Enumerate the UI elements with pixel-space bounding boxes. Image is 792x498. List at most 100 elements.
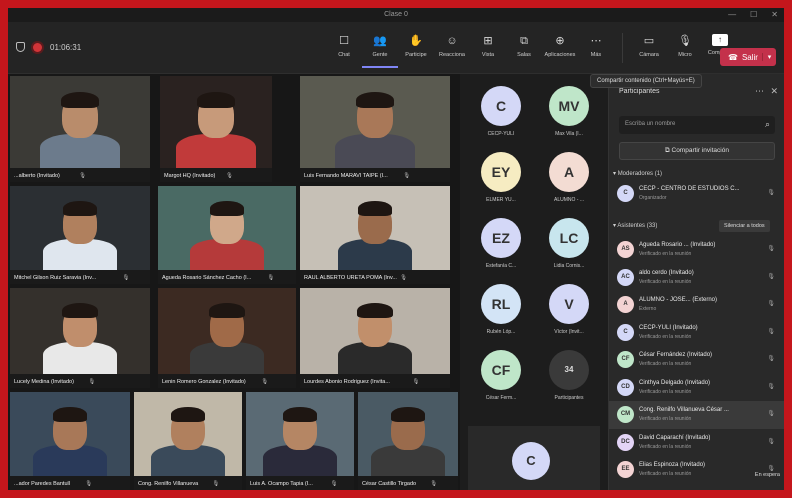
participant-avatar-tile[interactable]: EY ELMER YU... [466, 152, 536, 203]
avatar: MV [549, 86, 589, 126]
toolbar-button-label: Micro [678, 52, 692, 58]
participant-avatar-tile[interactable]: A ALUMNO - ... [534, 152, 604, 203]
participant-hair [62, 200, 98, 216]
avatar: RL [481, 284, 521, 324]
video-feed [10, 76, 150, 168]
participant-avatar-tile[interactable]: CF César Ferm... [466, 350, 536, 401]
toolbar-button-label: Gente [372, 52, 388, 58]
avatar: CF [617, 351, 634, 368]
participant-body [40, 134, 120, 168]
mic-off-icon[interactable]: 🎙 [767, 355, 775, 362]
mic-off-icon[interactable]: 🎙 [767, 465, 775, 472]
close-icon[interactable]: ✕ [770, 86, 778, 97]
participant-name: CECP-YULI (Invitado) [639, 324, 698, 331]
participant-role: Externo [639, 306, 657, 312]
participant-avatar-tile[interactable]: RL Rubén Lóp... [466, 284, 536, 335]
rooms-button[interactable]: ⧉ Salas [506, 28, 542, 68]
participant-role: Verificado en la reunión [639, 333, 692, 340]
participant-row[interactable]: EE Elias Espinoza (Invitado) Verificado en… [609, 456, 784, 484]
more-icon: ⋯ [590, 35, 602, 47]
mic-off-icon[interactable]: 🎙 [767, 189, 775, 196]
avatar: 34 [549, 350, 589, 390]
more-button[interactable]: ⋯ Más [578, 28, 614, 68]
more-participants-button[interactable]: 34 Participantes [534, 350, 604, 401]
meeting-timer: 01:06:31 [50, 42, 82, 52]
waiting-label: En espera [754, 472, 780, 478]
mic-off-icon[interactable]: 🎙 [767, 273, 775, 280]
video-tile[interactable]: Lucely Medina (Invitado) 🎙 [10, 288, 150, 388]
participant-row[interactable]: C CECP - CENTRO DE ESTUDIOS C... Organizad… [609, 180, 784, 208]
phone-icon: ☎ [728, 52, 738, 62]
avatar: AC [617, 268, 634, 286]
mic-off-icon[interactable]: 🎙 [767, 245, 775, 252]
mic-off-icon[interactable]: 🎙 [767, 300, 775, 307]
participant-name: Margot HQ (Invitado) [164, 173, 216, 179]
mic-off-icon[interactable]: 🎙 [767, 410, 775, 417]
mic-off-icon[interactable]: 🎙 [767, 438, 775, 445]
participant-row[interactable]: DC David Caparachí (Invitado) Verificado e… [609, 429, 784, 457]
mic-off-icon[interactable]: 🎙 [767, 328, 775, 335]
video-tile[interactable]: Lenin Romero Gonzalez (Invitado) 🎙 [158, 288, 296, 388]
video-tile[interactable]: Luis A. Ocampo Tapia (I... 🎙 [246, 392, 354, 490]
moderators-header[interactable]: ▾ Moderadores (1) [613, 170, 662, 177]
participant-name: Luis A. Ocampo Tapia (I... [250, 481, 313, 487]
leave-label: Salir [741, 52, 758, 62]
raise-hand-icon: ✋ [409, 35, 423, 47]
mic-off-icon: 🎙 [122, 275, 130, 281]
leave-button[interactable]: ☎ Salir ▾ [720, 48, 776, 66]
participant-row[interactable]: CM Cong. Renilfo Villanueva César ... Veri… [609, 401, 784, 429]
mute-all-button[interactable]: Silenciar a todos [719, 220, 770, 232]
video-tile[interactable]: Lourdes Abonio Rodriguez (Invita... 🎙 [300, 288, 450, 388]
video-tile[interactable]: Cong. Renilfo Villanueva 🎙 [134, 392, 242, 490]
participant-hair [52, 406, 88, 422]
minimize-button[interactable]: — [728, 8, 736, 22]
more-options-icon[interactable]: ⋯ [755, 86, 764, 97]
video-tile[interactable]: Agueda Rosario Sánchez Cacho (I... 🎙 [158, 186, 296, 284]
mic-off-icon: 🎙 [330, 481, 338, 487]
maximize-button[interactable]: ☐ [750, 8, 757, 22]
participant-avatar-tile[interactable]: MV Max Vila (I... [534, 86, 604, 137]
close-window-button[interactable]: ✕ [771, 8, 778, 22]
avatar-name: CECP-YULI [487, 131, 515, 137]
video-tile[interactable]: RAUL ALBERTO URETA POMA (Inv... 🎙 [300, 186, 450, 284]
mic-button[interactable]: 🎙 Micro [667, 28, 703, 68]
participant-avatar-tile[interactable]: EZ Estefanía C... [466, 218, 536, 269]
avatar-name: Participantes [554, 395, 584, 401]
video-feed [10, 392, 130, 476]
participant-avatar-tile[interactable]: C CECP-YULI [466, 86, 536, 137]
video-tile[interactable]: Mitchel Gilson Ruiz Saravia (Inv... 🎙 [10, 186, 150, 284]
raise-hand-button[interactable]: ✋ Participe [398, 28, 434, 68]
participant-row[interactable]: CF César Fernández (Invitado) Verificado e… [609, 346, 784, 374]
mic-off-icon: 🎙 [85, 481, 93, 487]
attendees-header[interactable]: ▾ Asistentes (33) [613, 222, 657, 229]
participant-row[interactable]: A ALUMNO - JOSE... (Externo) Externo 🎙 [609, 291, 784, 319]
participant-role: Verificado en la reunión [639, 278, 692, 285]
participant-body [337, 342, 413, 374]
video-tile[interactable]: ...alberto (Invitado) 🎙 [10, 76, 150, 182]
video-tile[interactable]: Luis Fernando MARAVI TAIPE (I... 🎙 [300, 76, 450, 182]
view-button[interactable]: ⊞ Vista [470, 28, 506, 68]
toolbar-button-label: Chat [338, 52, 350, 58]
participant-hair [170, 406, 206, 422]
mic-off-icon[interactable]: 🎙 [767, 383, 775, 390]
participant-row[interactable]: AS Agueda Rosario ... (Invitado) Verificad… [609, 236, 784, 264]
apps-button[interactable]: ⊕ Aplicaciones [542, 28, 578, 68]
participant-row[interactable]: CD Cinthya Delgado (Invitado) Verificado e… [609, 374, 784, 402]
chevron-down-icon[interactable]: ▾ [762, 53, 776, 61]
camera-button[interactable]: ▭ Cámara [631, 28, 667, 68]
search-input[interactable]: Escriba un nombre ⌕ [619, 116, 775, 134]
camera-icon: ▭ [643, 35, 655, 47]
participant-row[interactable]: AC aldo cerdo (Invitado) Verificado en la … [609, 264, 784, 292]
share-icon: ↑ [712, 34, 728, 46]
participant-avatar-tile[interactable]: V Víctor (Invit... [534, 284, 604, 335]
video-tile[interactable]: Margot HQ (Invitado) 🎙 [160, 76, 272, 182]
people-button[interactable]: 👥 Gente [362, 28, 398, 68]
video-tile[interactable]: ...ador Paredes Bantull 🎙 [10, 392, 130, 490]
video-tile[interactable]: César Castillo Tirgado 🎙 [358, 392, 458, 490]
reactions-button[interactable]: ☺ Reacciona [434, 28, 470, 68]
share-invite-button[interactable]: ⧉ Compartir invitación [619, 142, 775, 160]
chat-button[interactable]: ☐ Chat [326, 28, 362, 68]
participant-avatar-tile[interactable]: LC Lidia Cornis... [534, 218, 604, 269]
participant-row[interactable]: C CECP-YULI (Invitado) Verificado en la re… [609, 319, 784, 347]
participant-role: Verificado en la reunión [639, 471, 692, 477]
